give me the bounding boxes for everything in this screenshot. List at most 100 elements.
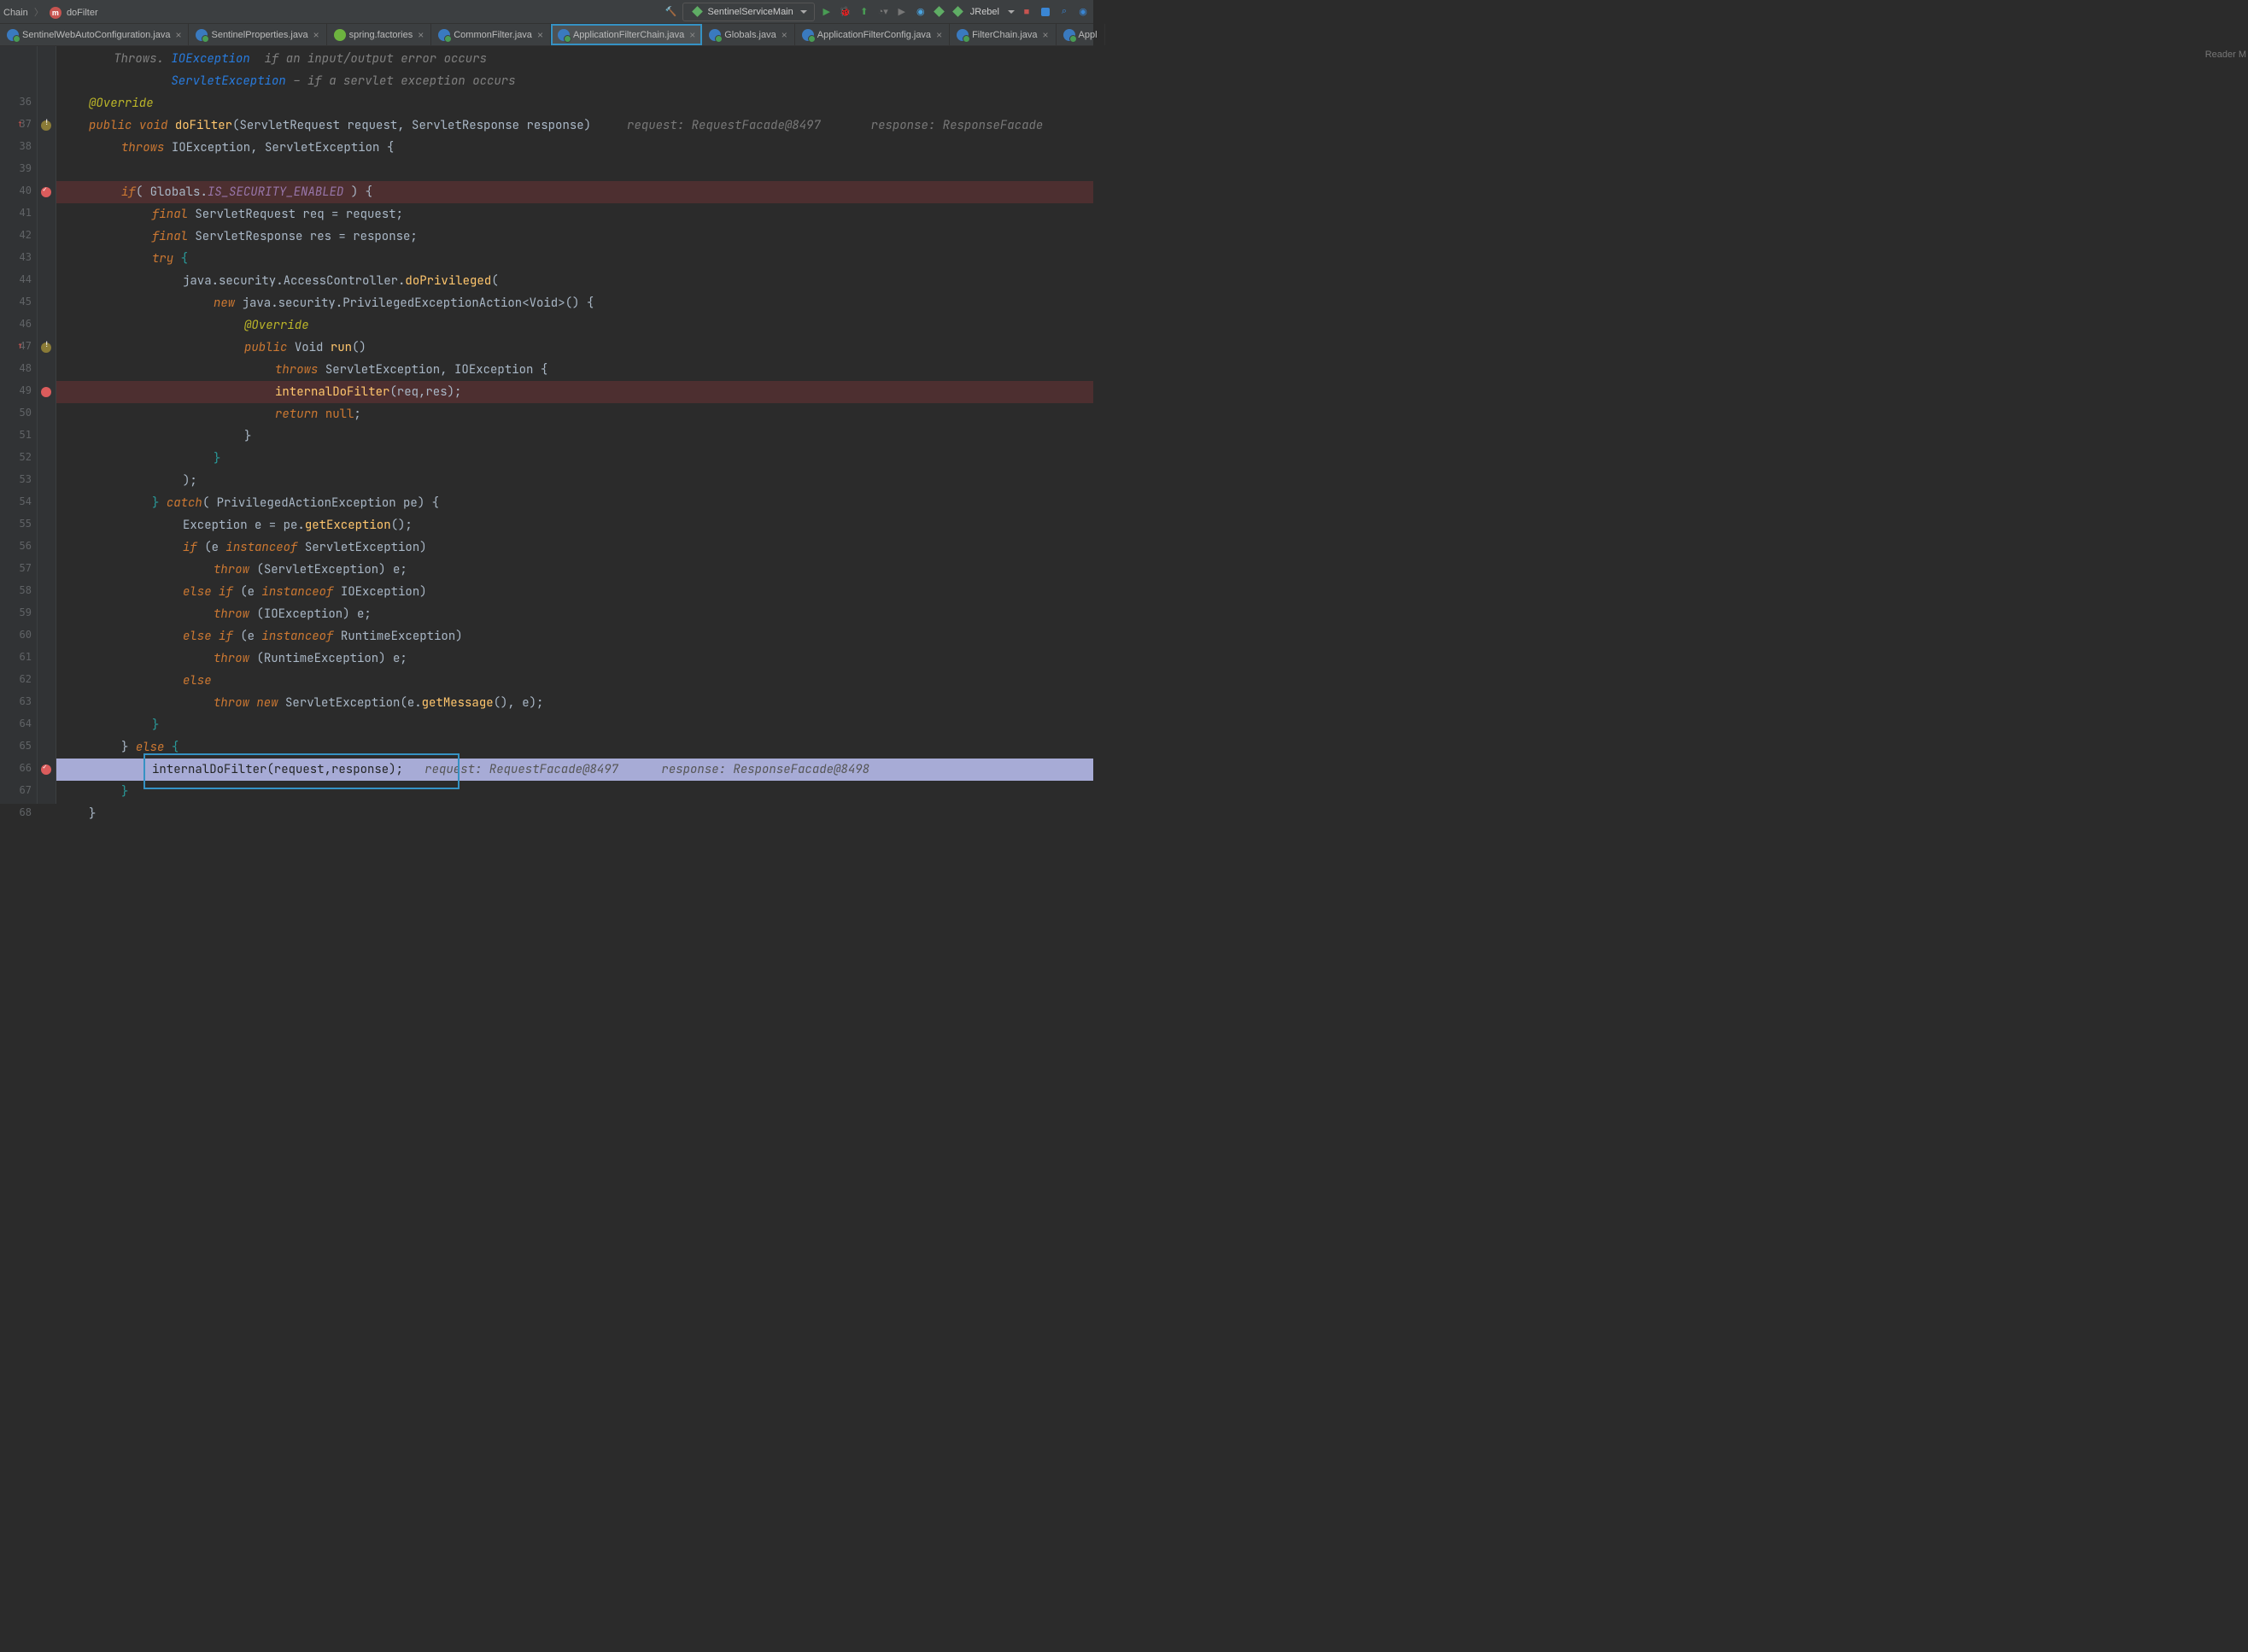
code-line-62[interactable]: else xyxy=(183,670,212,692)
tab-applicationfilterchain-java[interactable]: ApplicationFilterChain.java× xyxy=(551,24,702,45)
code-line-40[interactable]: if( Globals.IS_SECURITY_ENABLED ) { xyxy=(121,181,372,203)
line-number[interactable]: 53 xyxy=(20,473,32,485)
jrebel-chevron-icon[interactable] xyxy=(1008,10,1015,14)
line-number[interactable]: 42 xyxy=(20,229,32,241)
code-line-docTop[interactable]: Throws. IOException if an input/output e… xyxy=(56,48,487,70)
code-line-45[interactable]: new java.security.PrivilegedExceptionAct… xyxy=(214,292,594,314)
code-line-57[interactable]: throw (ServletException) e; xyxy=(214,559,407,581)
code-line-66[interactable]: internalDoFilter(request,response); requ… xyxy=(152,759,869,781)
build-icon[interactable]: 🔨 xyxy=(664,5,677,19)
line-number[interactable]: 52 xyxy=(20,451,32,463)
override-gutter-icon[interactable] xyxy=(41,120,51,131)
line-number[interactable]: 60 xyxy=(20,629,32,641)
line-number[interactable]: 45 xyxy=(20,296,32,308)
code-line-42[interactable]: final ServletResponse res = response; xyxy=(152,226,418,248)
code-line-63[interactable]: throw new ServletException(e.getMessage(… xyxy=(214,692,543,714)
line-number[interactable]: 41 xyxy=(20,207,32,219)
code-area[interactable]: Throws. IOException if an input/output e… xyxy=(56,46,1093,804)
line-number[interactable]: 66 xyxy=(20,762,32,774)
code-line-61[interactable]: throw (RuntimeException) e; xyxy=(214,647,407,670)
breakpoint-icon[interactable] xyxy=(41,387,51,397)
code-line-36[interactable]: @Override xyxy=(89,92,154,114)
code-line-46[interactable]: @Override xyxy=(244,314,309,337)
run-configuration-selector[interactable]: SentinelServiceMain xyxy=(682,3,814,21)
line-number[interactable]: 44 xyxy=(20,273,32,285)
line-number[interactable]: 68 xyxy=(20,806,32,818)
line-number[interactable]: 49 xyxy=(20,384,32,396)
breadcrumb-class[interactable]: Chain xyxy=(3,8,28,18)
line-number[interactable]: 48 xyxy=(20,362,32,374)
aqua-globe-icon[interactable]: ◉ xyxy=(914,5,928,19)
run-button[interactable]: ▶ xyxy=(820,5,834,19)
line-number[interactable]: 38 xyxy=(20,140,32,152)
breakpoint-gutter[interactable] xyxy=(38,46,56,804)
line-number[interactable]: 65 xyxy=(20,740,32,752)
line-number[interactable]: 61 xyxy=(20,651,32,663)
code-line-48[interactable]: throws ServletException, IOException { xyxy=(275,359,547,381)
line-number[interactable]: 39 xyxy=(20,162,32,174)
line-number[interactable]: 51 xyxy=(20,429,32,441)
tab-filterchain-java[interactable]: FilterChain.java× xyxy=(950,24,1056,45)
code-line-37[interactable]: public void doFilter(ServletRequest requ… xyxy=(89,114,1043,137)
breadcrumb[interactable]: Chain 〉 m doFilter xyxy=(3,5,98,19)
code-line-41[interactable]: final ServletRequest req = request; xyxy=(152,203,403,226)
line-number[interactable]: 67 xyxy=(20,784,32,796)
close-icon[interactable]: × xyxy=(536,29,543,41)
code-line-58[interactable]: else if (e instanceof IOException) xyxy=(183,581,427,603)
tab-spring-factories[interactable]: spring.factories× xyxy=(327,24,432,45)
close-icon[interactable]: × xyxy=(173,29,181,41)
code-editor[interactable]: 3637383940414243444546474849505152535455… xyxy=(0,46,1093,804)
stop-button[interactable]: ■ xyxy=(1020,5,1033,19)
line-number[interactable]: 62 xyxy=(20,673,32,685)
line-number[interactable]: 46 xyxy=(20,318,32,330)
line-number[interactable]: 43 xyxy=(20,251,32,263)
close-icon[interactable]: × xyxy=(934,29,942,41)
debug-button[interactable]: 🐞 xyxy=(839,5,852,19)
code-line-44[interactable]: java.security.AccessController.doPrivile… xyxy=(183,270,499,292)
code-line-56[interactable]: if (e instanceof ServletException) xyxy=(183,536,427,559)
code-line-47[interactable]: public Void run() xyxy=(244,337,366,359)
code-line-65[interactable]: } else { xyxy=(121,736,179,759)
tab-sentinelwebautoconfiguration-java[interactable]: SentinelWebAutoConfiguration.java× xyxy=(0,24,189,45)
profile-button[interactable]: ◔▾ xyxy=(876,5,890,19)
code-line-43[interactable]: try { xyxy=(152,248,188,270)
code-line-68[interactable]: } xyxy=(89,803,96,825)
line-number[interactable]: 57 xyxy=(20,562,32,574)
close-icon[interactable]: × xyxy=(312,29,319,41)
jrebel-debug-icon[interactable] xyxy=(951,5,965,19)
breakpoint-icon[interactable] xyxy=(41,187,51,197)
line-number[interactable]: 50 xyxy=(20,407,32,419)
close-icon[interactable]: × xyxy=(688,29,695,41)
code-line-60[interactable]: else if (e instanceof RuntimeException) xyxy=(183,625,463,647)
line-number[interactable]: 55 xyxy=(20,518,32,530)
jrebel-label[interactable]: JRebel xyxy=(970,7,999,17)
settings-icon[interactable]: ◉ xyxy=(1076,5,1090,19)
code-line-67[interactable]: } xyxy=(121,781,128,803)
code-line-55[interactable]: Exception e = pe.getException(); xyxy=(183,514,413,536)
search-everywhere-icon[interactable]: ⌕ xyxy=(1057,5,1071,19)
close-icon[interactable]: × xyxy=(780,29,787,41)
code-line-59[interactable]: throw (IOException) e; xyxy=(214,603,372,625)
code-line-52[interactable]: } xyxy=(214,448,220,470)
run-grey-button[interactable]: ▶ xyxy=(895,5,909,19)
line-number[interactable]: 56 xyxy=(20,540,32,552)
line-number[interactable]: 40 xyxy=(20,185,32,196)
breakpoint-icon[interactable] xyxy=(41,764,51,775)
line-number[interactable]: 58 xyxy=(20,584,32,596)
close-icon[interactable]: × xyxy=(1041,29,1049,41)
coverage-button[interactable]: ⬆ xyxy=(858,5,871,19)
code-line-38[interactable]: throws IOException, ServletException { xyxy=(121,137,394,159)
code-line-docExc[interactable]: ServletException – if a servlet exceptio… xyxy=(56,70,516,92)
reader-mode-label[interactable]: Reader M xyxy=(2205,50,2246,60)
tab-sentinelproperties-java[interactable]: SentinelProperties.java× xyxy=(189,24,326,45)
line-number[interactable]: 54 xyxy=(20,495,32,507)
close-icon[interactable]: × xyxy=(416,29,424,41)
tab-commonfilter-java[interactable]: CommonFilter.java× xyxy=(431,24,551,45)
tab-applicationfilterconfig-java[interactable]: ApplicationFilterConfig.java× xyxy=(795,24,950,45)
line-number[interactable]: 36 xyxy=(20,96,32,108)
code-line-64[interactable]: } xyxy=(152,714,159,736)
code-line-51[interactable]: } xyxy=(244,425,251,448)
line-number[interactable]: 63 xyxy=(20,695,32,707)
tab-globals-java[interactable]: Globals.java× xyxy=(702,24,795,45)
code-line-49[interactable]: internalDoFilter(req,res); xyxy=(275,381,461,403)
